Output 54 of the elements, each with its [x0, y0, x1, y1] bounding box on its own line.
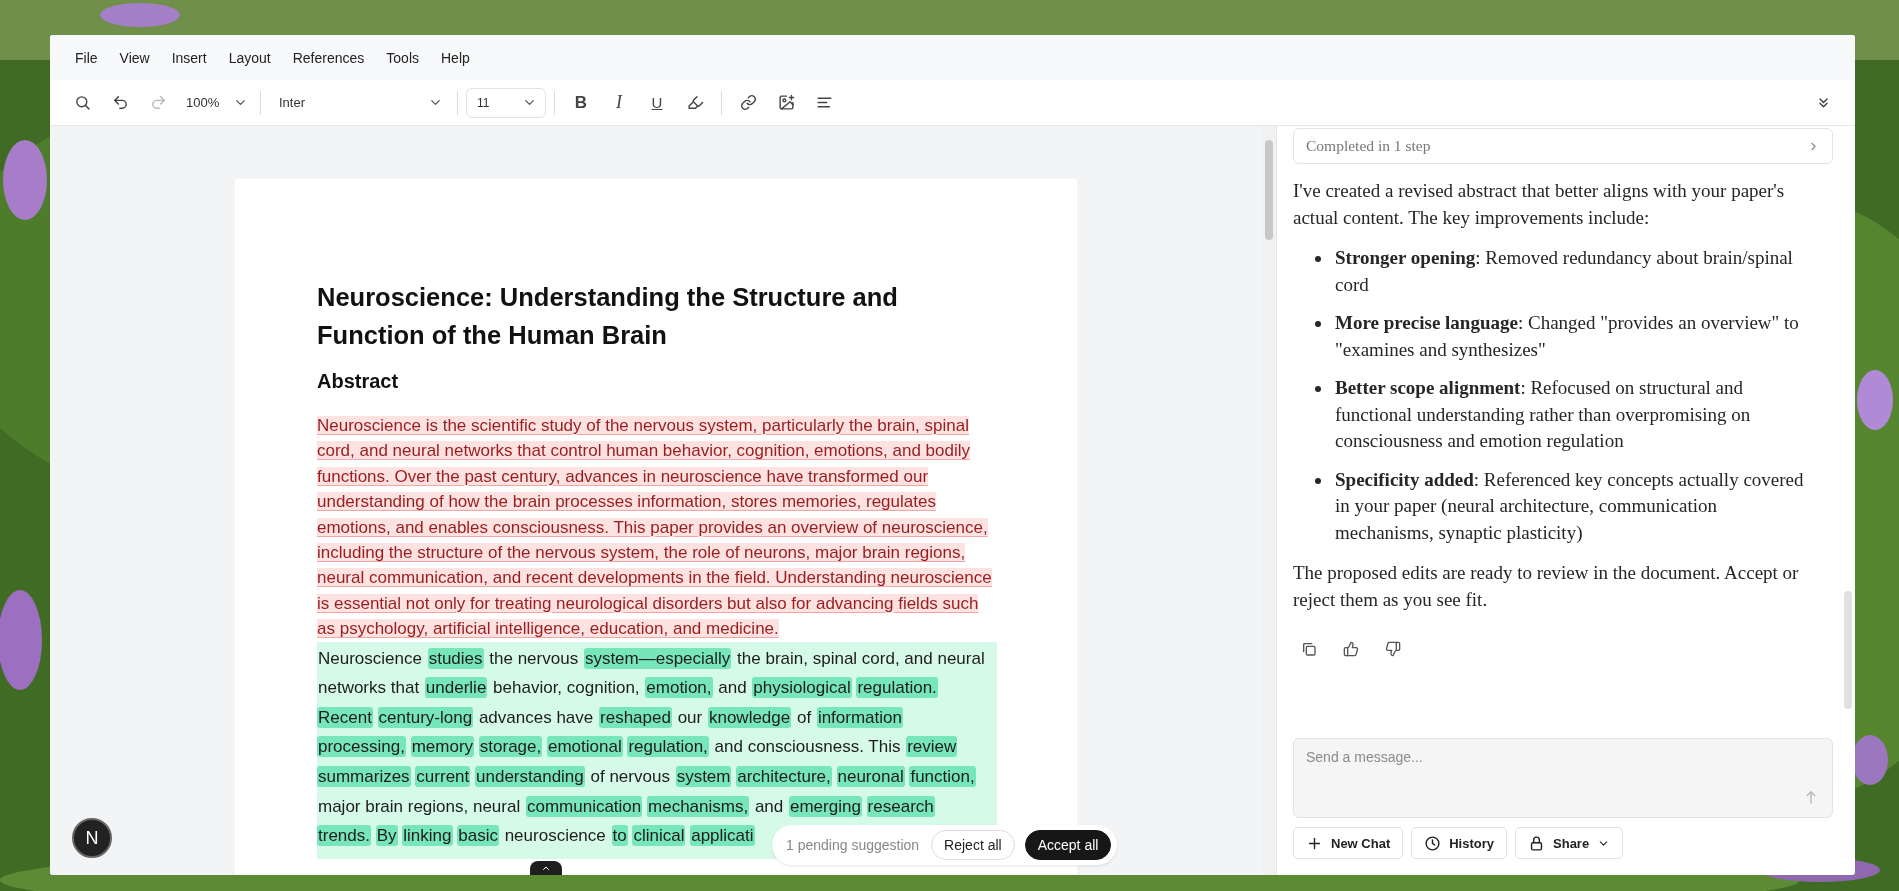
- chat-message-text: The proposed edits are ready to review in the document. Accept or reject them as you see fit.: [1293, 561, 1800, 612]
- scrollbar-thumb[interactable]: [1844, 591, 1852, 709]
- chat-message-text: I've created a revised abstract that better aligns with your paper's actual content. The key improvements include:: [1293, 179, 1786, 230]
- step-summary-text: Completed in 1 step: [1306, 135, 1431, 156]
- expand-button[interactable]: [530, 861, 562, 875]
- zoom-dropdown[interactable]: 100%: [178, 87, 252, 118]
- italic-button[interactable]: I: [601, 86, 637, 119]
- clock-icon: [1424, 834, 1442, 852]
- menu-item[interactable]: Help: [430, 49, 481, 66]
- menu-item[interactable]: Layout: [217, 49, 282, 66]
- accept-all-button[interactable]: Accept all: [1024, 830, 1112, 860]
- bullet-item: Stronger opening: Removed redundancy about brain/spinal cord: [1335, 246, 1794, 297]
- image-plus-icon: [777, 94, 795, 111]
- redo-icon: [149, 94, 167, 111]
- menu-item[interactable]: References: [281, 49, 376, 66]
- suggested-line: major brain regions, neural communication mechanisms, and emerging research: [317, 794, 936, 819]
- bullet-icon: [1315, 386, 1321, 392]
- bullet-item: More precise language: Changed "provides an overview" to "examines and synthesizes": [1335, 311, 1800, 362]
- history-button[interactable]: History: [1411, 827, 1508, 859]
- section-heading: Abstract: [317, 369, 400, 394]
- link-icon: [739, 94, 757, 111]
- share-button[interactable]: Share: [1515, 827, 1624, 859]
- menu-item[interactable]: File: [64, 49, 109, 66]
- scrollbar-thumb[interactable]: [1265, 140, 1273, 240]
- thumbs-down-icon: [1385, 641, 1401, 657]
- suggested-line: summarizes current understanding of nervous system architecture, neuronal function,: [317, 765, 977, 790]
- bullet-icon: [1315, 321, 1321, 327]
- menu-item[interactable]: Insert: [160, 49, 218, 66]
- thumbs-up-icon: [1343, 641, 1359, 657]
- suggested-line: processing, memory storage, emotional regulation, and consciousness. This review: [317, 735, 959, 760]
- step-summary-card[interactable]: Completed in 1 step: [1293, 128, 1833, 164]
- suggested-line: Neuroscience studies the nervous system—especially the brain, spinal cord, and neural: [317, 646, 986, 671]
- menu-item[interactable]: Tools: [375, 49, 430, 66]
- new-chat-button[interactable]: New Chat: [1293, 827, 1404, 859]
- bullet-icon: [1315, 477, 1321, 484]
- font-dropdown[interactable]: Inter: [269, 87, 449, 118]
- suggestion-count: 1 pending suggestion: [786, 837, 920, 853]
- search-icon: [73, 94, 91, 111]
- bullet-icon: [1315, 256, 1321, 262]
- menu-item[interactable]: View: [108, 49, 161, 66]
- message-field[interactable]: Send a message...: [1293, 738, 1833, 818]
- reject-all-button[interactable]: Reject all: [931, 830, 1015, 860]
- bullet-item: Specificity added: Referenced key concepts actually covered in your paper (neural architecture, communication mechanisms, synaptic plasticity): [1335, 467, 1805, 545]
- underline-button[interactable]: U: [639, 86, 675, 119]
- bullet-item: Better scope alignment: Refocused on structural and functional understanding rather than overpromising on consciousness and emotion regulation: [1335, 376, 1752, 453]
- document-title: Neuroscience: Understanding the Structure and Function of the Human Brain: [317, 282, 899, 351]
- suggested-line: networks that underlie behavior, cognition, emotion, and physiological regulation.: [317, 676, 939, 701]
- highlighter-icon: [686, 94, 704, 111]
- undo-icon: [111, 94, 129, 111]
- avatar[interactable]: N: [72, 818, 112, 858]
- font-size-dropdown[interactable]: 11: [466, 87, 546, 118]
- bold-button[interactable]: B: [563, 86, 599, 119]
- copy-icon: [1301, 641, 1317, 657]
- suggested-line: Recent century-long advances have reshaped our knowledge of information: [317, 705, 904, 730]
